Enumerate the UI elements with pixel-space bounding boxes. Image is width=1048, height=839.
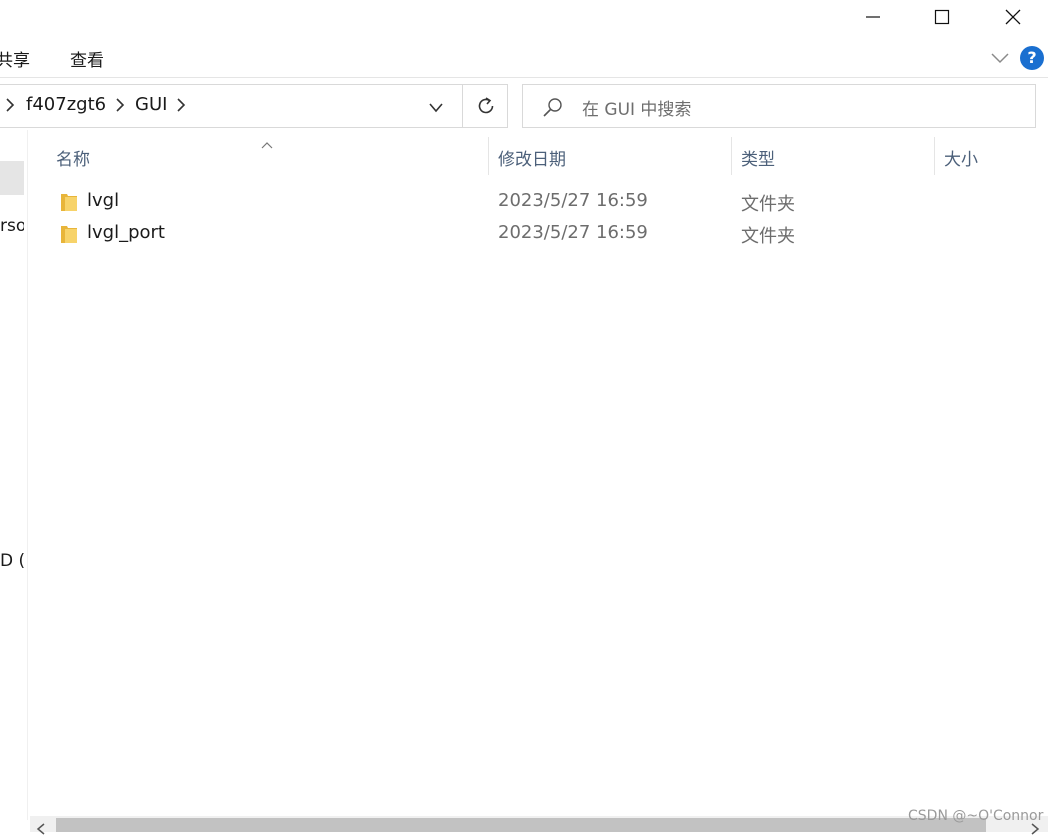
chevron-down-icon: [429, 103, 443, 113]
folder-icon: [61, 194, 77, 211]
chevron-right-icon: [6, 98, 15, 112]
help-button[interactable]: ?: [1020, 46, 1044, 70]
maximize-icon: [934, 9, 950, 25]
column-divider[interactable]: [731, 137, 732, 175]
minimize-icon: [866, 16, 880, 18]
search-icon: [541, 96, 565, 124]
file-type: 文件夹: [741, 194, 795, 215]
ribbon-divider: [0, 77, 1048, 78]
file-name[interactable]: lvgl_port: [87, 222, 165, 243]
watermark: CSDN @~O'Connor: [908, 808, 1044, 824]
file-row[interactable]: lvgl_port 2023/5/27 16:59 文件夹: [50, 218, 1048, 250]
search-input[interactable]: 在 GUI 中搜索: [582, 95, 691, 120]
column-header-date[interactable]: 修改日期: [498, 145, 566, 170]
folder-icon: [61, 226, 77, 243]
refresh-button[interactable]: [474, 94, 498, 122]
chevron-right-icon: [116, 98, 125, 112]
breadcrumb-item[interactable]: f407zgt6: [26, 94, 106, 115]
tab-share[interactable]: 共享: [0, 46, 30, 71]
file-modified: 2023/5/27 16:59: [498, 190, 648, 211]
scrollbar-thumb[interactable]: [56, 818, 986, 832]
address-dropdown-button[interactable]: [428, 99, 444, 118]
column-header-type[interactable]: 类型: [741, 145, 775, 170]
file-type: 文件夹: [741, 226, 795, 247]
close-button[interactable]: [990, 0, 1036, 34]
sort-ascending-icon: [261, 134, 273, 153]
close-icon: [1005, 9, 1021, 25]
column-divider[interactable]: [488, 137, 489, 175]
chevron-right-icon: [177, 98, 186, 112]
chevron-right-icon: [1031, 823, 1040, 835]
chevron-down-icon: [991, 53, 1009, 64]
file-row[interactable]: lvgl 2023/5/27 16:59 文件夹: [50, 186, 1048, 218]
minimize-button[interactable]: [850, 0, 896, 34]
column-header-size[interactable]: 大小: [944, 145, 978, 170]
tab-view[interactable]: 查看: [70, 46, 104, 71]
nav-item[interactable]: D (: [0, 551, 26, 571]
breadcrumb-item[interactable]: GUI: [135, 94, 167, 115]
scroll-left-button[interactable]: [36, 820, 46, 839]
help-icon: ?: [1027, 48, 1037, 67]
refresh-icon: [478, 97, 494, 114]
maximize-button[interactable]: [919, 0, 965, 34]
file-name[interactable]: lvgl: [87, 190, 119, 211]
file-modified: 2023/5/27 16:59: [498, 222, 648, 243]
address-divider: [462, 85, 463, 127]
nav-item-selected[interactable]: [0, 161, 24, 195]
column-header-name[interactable]: 名称: [56, 145, 90, 170]
column-divider[interactable]: [934, 137, 935, 175]
chevron-left-icon: [36, 823, 45, 835]
nav-item[interactable]: rso: [0, 216, 24, 236]
ribbon-expand-button[interactable]: [990, 50, 1010, 69]
